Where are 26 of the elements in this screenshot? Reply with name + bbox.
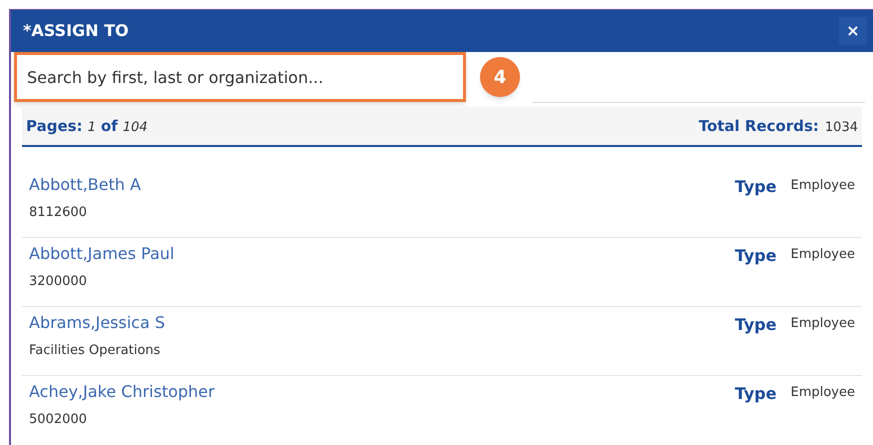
type-value: Employee bbox=[790, 177, 855, 196]
of-label: of bbox=[100, 116, 118, 137]
search-field[interactable]: Search by first, last or organization... bbox=[14, 52, 466, 102]
pages-label: Pages: bbox=[26, 116, 83, 137]
record-detail: 5002000 bbox=[29, 411, 88, 430]
close-button[interactable]: × bbox=[839, 16, 867, 45]
record-name-link[interactable]: Abbott,James Paul bbox=[29, 242, 174, 266]
type-value: Employee bbox=[790, 384, 855, 402]
type-value: Employee bbox=[790, 246, 855, 264]
record-detail: Facilities Operations bbox=[29, 342, 162, 360]
total-records-value: 1034 bbox=[824, 118, 858, 137]
record-name-link[interactable]: Abbott,Beth A bbox=[29, 173, 141, 198]
step-badge: 4 bbox=[480, 57, 520, 98]
record-detail: 3200000 bbox=[29, 273, 88, 292]
type-label: Type bbox=[734, 176, 777, 198]
page-number: 1 bbox=[88, 118, 96, 137]
total-records-label: Total Records: bbox=[698, 116, 819, 137]
type-value: Employee bbox=[790, 315, 855, 334]
record-name-link[interactable]: Abrams,Jessica S bbox=[29, 311, 166, 336]
record-detail: 8112600 bbox=[29, 204, 88, 222]
type-label: Type bbox=[734, 245, 777, 268]
record-name-link[interactable]: Achey,Jake Christopher bbox=[29, 380, 215, 404]
page-count: 104 bbox=[122, 118, 148, 137]
dialog-title: *ASSIGN TO bbox=[23, 20, 129, 42]
type-label: Type bbox=[734, 314, 777, 336]
type-label: Type bbox=[734, 383, 777, 406]
